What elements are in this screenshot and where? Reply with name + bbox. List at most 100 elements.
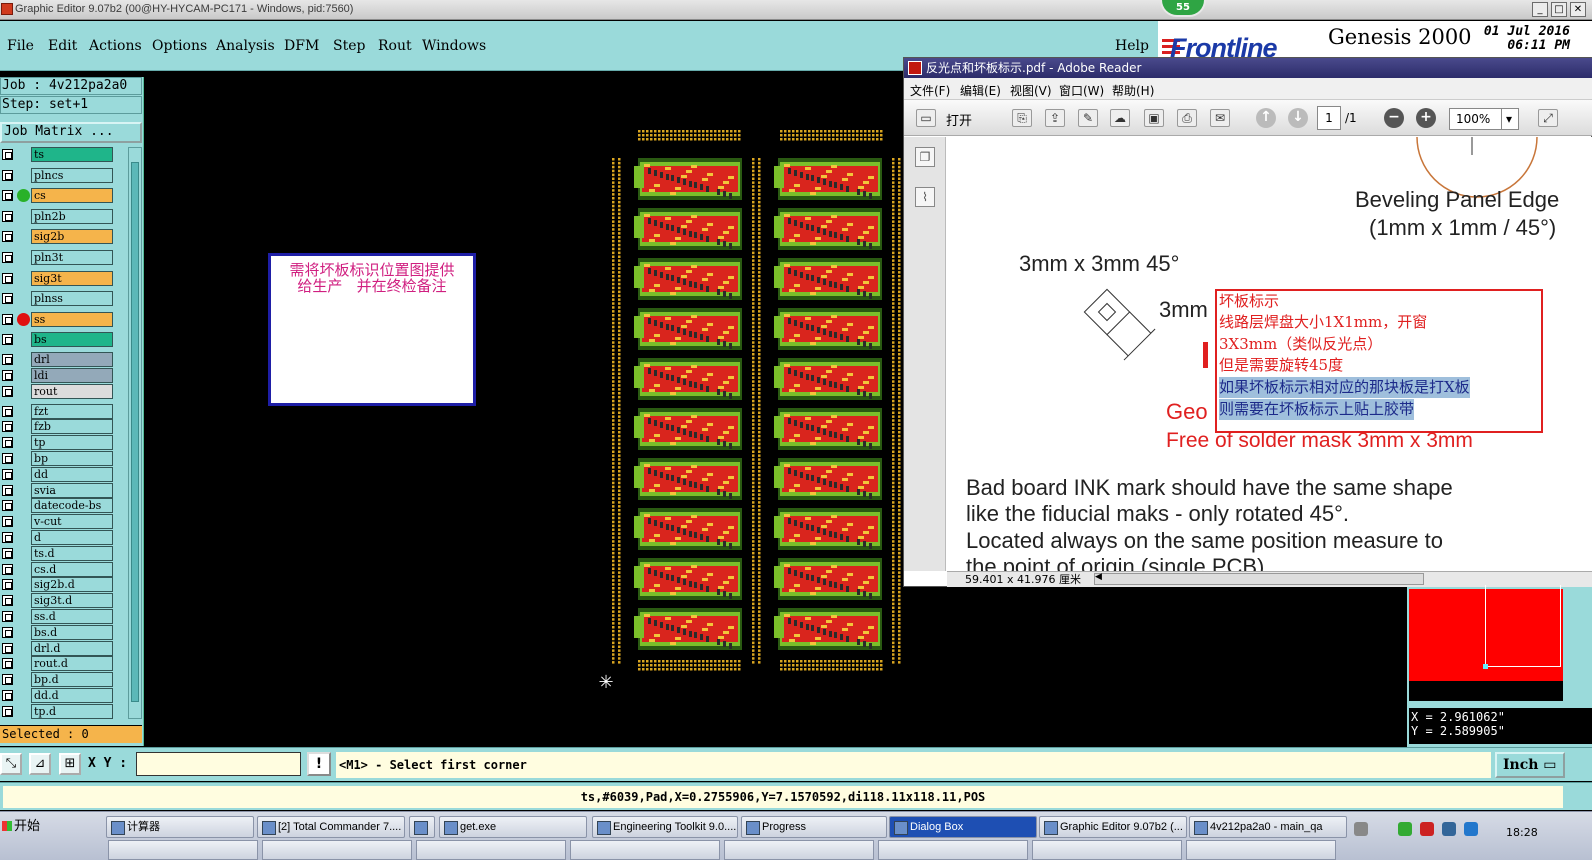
layer-row-dd.d[interactable]: dd.d <box>0 688 128 703</box>
layer-checkbox[interactable] <box>2 674 13 686</box>
layer-name[interactable]: ts.d <box>31 545 113 561</box>
layer-row-sig2b.d[interactable]: sig2b.d <box>0 577 128 593</box>
layer-name[interactable]: fzb <box>31 419 113 435</box>
layer-name[interactable]: drl.d <box>31 640 113 656</box>
tray-keyboard-icon[interactable] <box>1354 822 1368 836</box>
layer-row-sig3t[interactable]: sig3t <box>0 270 128 286</box>
maximize-button[interactable]: □ <box>1551 2 1567 17</box>
layer-checkbox[interactable] <box>2 272 13 284</box>
tray-network-icon[interactable] <box>1398 822 1412 836</box>
horizontal-scrollbar[interactable] <box>1094 572 1424 585</box>
reader-menu-edit[interactable]: 编辑(E) <box>960 82 1001 99</box>
layer-row-bs.d[interactable]: bs.d <box>0 624 128 640</box>
layer-row-d[interactable]: d <box>0 530 128 545</box>
layer-name[interactable]: pln3t <box>31 250 113 265</box>
layer-name[interactable]: bp <box>31 451 113 466</box>
layer-checkbox[interactable] <box>2 252 13 263</box>
zoom-in-icon[interactable]: + <box>1416 108 1436 128</box>
task-main-qa[interactable]: 4v212pa2a0 - main_qa <box>1189 816 1347 838</box>
layer-row-ss[interactable]: ss <box>0 311 128 327</box>
task-row2-item[interactable] <box>724 840 874 860</box>
sign-icon[interactable]: ✎ <box>1078 109 1098 127</box>
task-total-commander[interactable]: [2] Total Commander 7.... <box>257 816 405 838</box>
layer-name[interactable]: drl <box>31 352 113 368</box>
layer-checkbox[interactable] <box>2 437 13 449</box>
layer-checkbox[interactable] <box>2 313 13 325</box>
layer-checkbox[interactable] <box>2 516 13 528</box>
menu-rout[interactable]: Rout <box>378 38 412 54</box>
menu-help[interactable]: Help <box>1115 38 1149 54</box>
layer-checkbox[interactable] <box>2 405 13 417</box>
job-name[interactable]: Job : 4v212pa2a0 <box>0 77 142 95</box>
layer-checkbox[interactable] <box>2 334 13 346</box>
layer-name[interactable]: rout.d <box>31 656 113 672</box>
layer-checkbox[interactable] <box>2 705 13 717</box>
layer-row-bp.d[interactable]: bp.d <box>0 672 128 688</box>
task-engineering-toolkit[interactable]: Engineering Toolkit 9.0.... <box>592 816 738 838</box>
layer-checkbox[interactable] <box>2 149 13 160</box>
export-icon[interactable]: ⇪ <box>1045 109 1065 127</box>
layer-checkbox[interactable] <box>2 658 13 670</box>
menu-actions[interactable]: Actions <box>89 38 142 54</box>
layer-name[interactable]: v-cut <box>31 514 113 530</box>
layer-name[interactable]: ldi <box>31 368 113 383</box>
layer-row-fzb[interactable]: fzb <box>0 419 128 435</box>
layer-row-tp[interactable]: tp <box>0 435 128 451</box>
layer-checkbox[interactable] <box>2 354 13 366</box>
layer-checkbox[interactable] <box>2 563 13 575</box>
layer-checkbox[interactable] <box>2 293 13 305</box>
layer-checkbox[interactable] <box>2 169 13 181</box>
layer-name[interactable]: tp.d <box>31 703 113 719</box>
layer-name[interactable]: plncs <box>31 167 113 183</box>
layer-name[interactable]: tp <box>31 435 113 451</box>
reader-menu-help[interactable]: 帮助(H) <box>1112 82 1154 99</box>
task-row2-item[interactable] <box>1186 840 1336 860</box>
layer-name[interactable]: ss.d <box>31 609 113 624</box>
layer-name[interactable]: ts <box>31 147 113 162</box>
menu-windows[interactable]: Windows <box>422 38 486 54</box>
step-name[interactable]: Step: set+1 <box>0 96 142 114</box>
email-icon[interactable]: ✉ <box>1210 109 1230 127</box>
layer-name[interactable]: d <box>31 530 113 545</box>
layer-row-plncs[interactable]: plncs <box>0 167 128 183</box>
measure-icon[interactable]: ⊿ <box>29 753 51 775</box>
layer-name[interactable]: sig2b <box>31 229 113 245</box>
layer-row-plnss[interactable]: plnss <box>0 291 128 307</box>
layer-name[interactable]: bs <box>31 332 113 348</box>
layer-row-pln3t[interactable]: pln3t <box>0 250 128 265</box>
layer-row-cs[interactable]: cs <box>0 188 128 204</box>
layer-checkbox[interactable] <box>2 626 13 638</box>
alert-button[interactable]: ! <box>307 752 331 776</box>
snap-mode-icon[interactable]: ⤡ <box>0 753 22 775</box>
task-app-icon[interactable] <box>409 816 435 838</box>
layer-checkbox[interactable] <box>2 547 13 559</box>
reader-menu-file[interactable]: 文件(F) <box>910 82 950 99</box>
layer-row-bs[interactable]: bs <box>0 332 128 348</box>
task-row2-item[interactable] <box>262 840 412 860</box>
menu-edit[interactable]: Edit <box>48 38 77 54</box>
layer-checkbox[interactable] <box>2 453 13 464</box>
xy-input[interactable] <box>136 752 301 776</box>
layer-checkbox[interactable] <box>2 579 13 591</box>
menu-options[interactable]: Options <box>152 38 207 54</box>
open-button[interactable]: 打开 <box>946 110 972 129</box>
layer-scrollbar[interactable] <box>128 147 142 719</box>
zoom-select[interactable]: 100% <box>1449 108 1519 130</box>
layer-row-sig2b[interactable]: sig2b <box>0 229 128 245</box>
prev-page-icon[interactable]: ↑ <box>1256 108 1276 128</box>
pages-panel-icon[interactable]: ❐ <box>915 147 935 167</box>
layer-checkbox[interactable] <box>2 690 13 701</box>
menu-dfm[interactable]: DFM <box>284 38 319 54</box>
expand-icon[interactable]: ⤢ <box>1538 109 1558 127</box>
task-calculator[interactable]: 计算器 <box>106 816 254 838</box>
layer-name[interactable]: pln2b <box>31 208 113 224</box>
layer-row-ldi[interactable]: ldi <box>0 368 128 383</box>
layer-row-ss.d[interactable]: ss.d <box>0 609 128 624</box>
close-button[interactable]: ✕ <box>1570 2 1586 17</box>
layer-name[interactable]: svia <box>31 482 113 498</box>
layer-row-cs.d[interactable]: cs.d <box>0 561 128 577</box>
layer-checkbox[interactable] <box>2 190 13 202</box>
reader-menu-view[interactable]: 视图(V) <box>1010 82 1052 99</box>
layer-checkbox[interactable] <box>2 532 13 543</box>
layer-row-drl[interactable]: drl <box>0 352 128 368</box>
